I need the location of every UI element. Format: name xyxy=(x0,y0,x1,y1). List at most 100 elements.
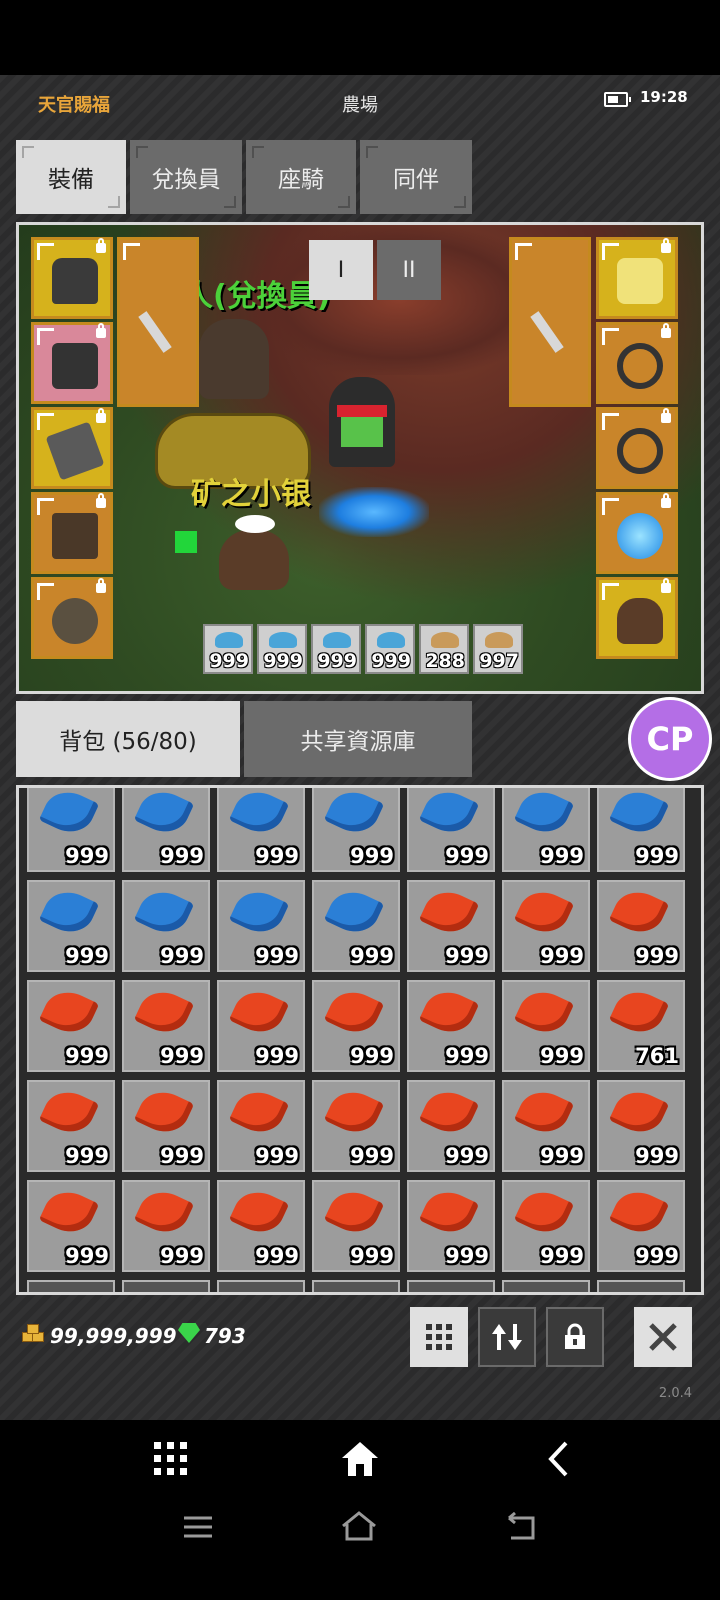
inventory-slot[interactable]: 999 xyxy=(407,788,495,872)
close-button[interactable] xyxy=(634,1307,692,1367)
inventory-slot[interactable]: 999 xyxy=(122,1080,210,1172)
inventory-slot[interactable]: 999 xyxy=(407,1180,495,1272)
green-marker-icon xyxy=(175,531,197,553)
inventory-slot[interactable]: 999 xyxy=(407,880,495,972)
equip-slot-ring-1[interactable] xyxy=(596,322,678,404)
inventory-slot[interactable]: 999 xyxy=(27,1080,115,1172)
equip-page-1-button[interactable]: I xyxy=(309,240,373,300)
inventory-slot[interactable]: 999 xyxy=(502,980,590,1072)
quick-slot[interactable]: 288 xyxy=(419,624,469,674)
tab-shared-storage[interactable]: 共享資源庫 xyxy=(244,701,472,777)
inventory-slot[interactable]: 999 xyxy=(502,880,590,972)
inventory-slot[interactable]: 999 xyxy=(407,1080,495,1172)
inventory-slot-empty[interactable] xyxy=(217,1280,305,1292)
inventory-slot[interactable]: 999 xyxy=(217,1180,305,1272)
equip-page-2-button[interactable]: II xyxy=(377,240,441,300)
blue-feather-icon xyxy=(228,883,290,941)
tab-exchanger[interactable]: 兌換員 xyxy=(130,140,242,214)
menu-lines-icon xyxy=(184,1516,212,1538)
inventory-slot[interactable]: 999 xyxy=(407,980,495,1072)
inventory-slot-empty[interactable] xyxy=(27,1280,115,1292)
inventory-slot[interactable]: 761 xyxy=(597,980,685,1072)
inventory-slot[interactable]: 999 xyxy=(27,980,115,1072)
tab-backpack[interactable]: 背包 (56/80) xyxy=(16,701,240,777)
inventory-slot[interactable]: 999 xyxy=(312,1080,400,1172)
inventory-slot-empty[interactable] xyxy=(597,1280,685,1292)
inventory-slot[interactable]: 999 xyxy=(122,880,210,972)
quick-slot-qty: 997 xyxy=(479,650,519,672)
app-drawer-button[interactable] xyxy=(150,1438,192,1480)
lock-icon xyxy=(96,493,106,508)
gauntlet-icon xyxy=(45,421,105,481)
home-icon xyxy=(342,1442,378,1476)
equip-slot-boots[interactable] xyxy=(31,492,113,574)
home-button[interactable] xyxy=(338,1438,382,1480)
inventory-slot-empty[interactable] xyxy=(122,1280,210,1292)
item-quantity: 999 xyxy=(65,844,109,868)
equip-slot-weapon-off[interactable] xyxy=(509,237,591,407)
equip-slot-orb[interactable] xyxy=(596,492,678,574)
quick-slot[interactable]: 999 xyxy=(257,624,307,674)
lock-icon xyxy=(661,493,671,508)
necklace-icon xyxy=(617,258,663,304)
equip-slot-belt[interactable] xyxy=(31,577,113,659)
equip-slot-weapon-main[interactable] xyxy=(117,237,199,407)
inventory-slot[interactable]: 999 xyxy=(502,788,590,872)
pet-creature[interactable] xyxy=(219,530,289,590)
inventory-slot[interactable]: 999 xyxy=(217,980,305,1072)
inventory-slot[interactable]: 999 xyxy=(27,880,115,972)
recents-button[interactable] xyxy=(180,1512,216,1542)
inventory-slot[interactable]: 999 xyxy=(312,980,400,1072)
quick-slot[interactable]: 999 xyxy=(203,624,253,674)
equip-slot-gloves[interactable] xyxy=(31,407,113,489)
sort-button[interactable] xyxy=(478,1307,536,1367)
inventory-slot[interactable]: 999 xyxy=(27,788,115,872)
floating-app-button[interactable]: CP xyxy=(628,697,712,781)
inventory-slot[interactable]: 999 xyxy=(122,980,210,1072)
inventory-slot[interactable]: 999 xyxy=(597,1180,685,1272)
inventory-slot-empty[interactable] xyxy=(407,1280,495,1292)
equip-slot-ring-2[interactable] xyxy=(596,407,678,489)
inventory-slot-empty[interactable] xyxy=(502,1280,590,1292)
lock-icon xyxy=(661,238,671,253)
inventory-slot[interactable]: 999 xyxy=(122,1180,210,1272)
system-home-button[interactable] xyxy=(338,1508,380,1544)
inventory-slot[interactable]: 999 xyxy=(312,880,400,972)
return-arrow-icon xyxy=(508,1512,535,1540)
grid-view-button[interactable] xyxy=(410,1307,468,1367)
emerald-gem-icon xyxy=(178,1323,200,1343)
lock-button[interactable] xyxy=(546,1307,604,1367)
inventory-slot[interactable]: 999 xyxy=(27,1180,115,1272)
item-quantity: 999 xyxy=(540,1244,584,1268)
system-back-button[interactable] xyxy=(502,1510,538,1544)
back-button[interactable] xyxy=(540,1438,576,1480)
quick-slot[interactable]: 997 xyxy=(473,624,523,674)
equip-slot-pet[interactable] xyxy=(596,577,678,659)
inventory-slot[interactable]: 999 xyxy=(597,788,685,872)
inventory-slot[interactable]: 999 xyxy=(217,1080,305,1172)
inventory-slot-empty[interactable] xyxy=(312,1280,400,1292)
inventory-slot[interactable]: 999 xyxy=(502,1080,590,1172)
inventory-slot[interactable]: 999 xyxy=(217,880,305,972)
inventory-slot[interactable]: 999 xyxy=(312,788,400,872)
inventory-slot[interactable]: 999 xyxy=(122,788,210,872)
quick-slot[interactable]: 999 xyxy=(311,624,361,674)
item-quantity: 999 xyxy=(65,944,109,968)
tab-mount[interactable]: 座騎 xyxy=(246,140,356,214)
equip-slot-helmet[interactable] xyxy=(31,237,113,319)
equip-slot-armor[interactable] xyxy=(31,322,113,404)
inventory-slot[interactable]: 999 xyxy=(217,788,305,872)
inventory-slot[interactable]: 999 xyxy=(597,1080,685,1172)
blue-feather-icon xyxy=(323,883,385,941)
tab-companion[interactable]: 同伴 xyxy=(360,140,472,214)
inventory-slot[interactable]: 999 xyxy=(502,1180,590,1272)
npc-merchant[interactable] xyxy=(199,319,269,399)
inventory-slot[interactable]: 999 xyxy=(597,880,685,972)
ring-icon xyxy=(617,343,663,389)
inventory-slot[interactable]: 999 xyxy=(312,1180,400,1272)
quick-slot[interactable]: 999 xyxy=(365,624,415,674)
tab-equipment[interactable]: 裝備 xyxy=(16,140,126,214)
home-outline-icon xyxy=(342,1511,376,1541)
pet-wings xyxy=(235,515,275,533)
equip-slot-necklace[interactable] xyxy=(596,237,678,319)
